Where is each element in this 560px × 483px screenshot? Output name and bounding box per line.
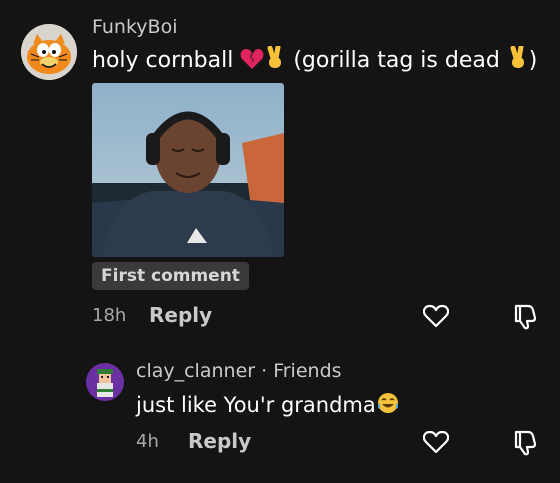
webcam-photo (92, 83, 284, 257)
like-heart-icon[interactable] (422, 430, 450, 458)
friends-label: · Friends (261, 360, 342, 382)
comment-text-part: (gorilla tag is dead (286, 48, 507, 73)
comment-username-row: clay_clanner · Friends (136, 360, 342, 382)
first-comment-badge: First comment (92, 262, 249, 290)
character-avatar-icon (86, 363, 124, 401)
comment-username[interactable]: FunkyBoi (92, 16, 177, 38)
dislike-thumb-icon[interactable] (512, 428, 540, 460)
comment-username[interactable]: clay_clanner (136, 360, 255, 382)
comment-image[interactable] (92, 83, 284, 257)
tears-of-joy-icon (376, 391, 400, 420)
broken-heart-icon (240, 48, 264, 76)
reply-button[interactable]: Reply (149, 303, 212, 327)
victory-hand-icon (507, 44, 529, 76)
comment-text: holy cornball (gorilla tag is dead ) (92, 44, 538, 76)
comment-timestamp: 18h (92, 305, 127, 326)
reply-button[interactable]: Reply (188, 429, 251, 453)
victory-hand-icon (264, 44, 286, 76)
comment-timestamp: 4h (136, 431, 159, 452)
dislike-thumb-icon[interactable] (512, 302, 540, 334)
garfield-avatar-icon (21, 24, 77, 80)
comment-text-part: just like You'r grandma (136, 393, 376, 417)
avatar[interactable] (21, 24, 77, 80)
comment-text-part: holy cornball (92, 48, 241, 73)
like-heart-icon[interactable] (422, 304, 450, 332)
comment-text-part: ) (528, 48, 538, 73)
comment-text: just like You'r grandma (136, 391, 400, 420)
avatar[interactable] (86, 363, 124, 401)
